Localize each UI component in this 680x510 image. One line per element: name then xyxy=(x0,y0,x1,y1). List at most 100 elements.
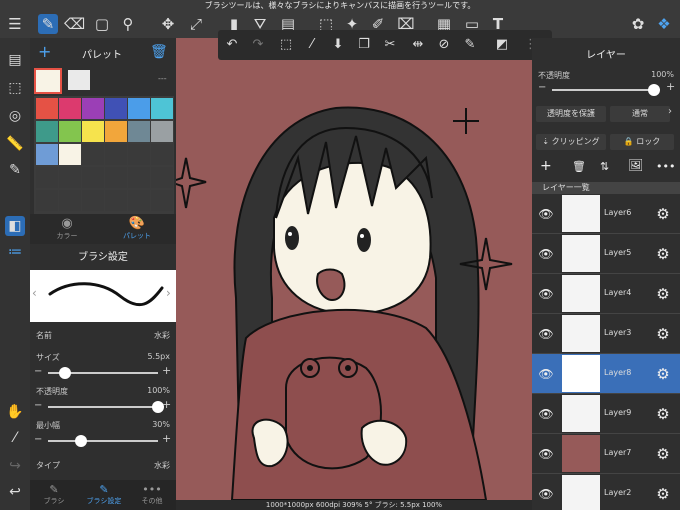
palette-swatch[interactable] xyxy=(151,190,173,211)
palette-swatch[interactable] xyxy=(82,98,104,119)
clear-icon[interactable]: ⬇ xyxy=(328,35,348,55)
visibility-eye-icon[interactable]: 👁 xyxy=(538,326,554,342)
opacity-minus-icon[interactable]: − xyxy=(34,400,42,411)
drawing-canvas[interactable] xyxy=(176,38,532,500)
move-layer-icon[interactable]: ⇅ xyxy=(600,160,609,173)
add-palette-icon[interactable]: + xyxy=(38,44,54,60)
palette-swatch[interactable] xyxy=(105,98,127,119)
layer-row[interactable]: 👁 Layer6 ⚙ xyxy=(532,194,680,234)
selection-icon[interactable]: ⬚ xyxy=(5,78,25,98)
color-panel-icon[interactable]: ◧ xyxy=(5,216,25,236)
delete-layer-icon[interactable]: 🗑 xyxy=(572,160,586,173)
palette-swatch[interactable] xyxy=(36,167,58,188)
ruler-icon[interactable]: 📏 xyxy=(5,134,25,154)
import-image-icon[interactable]: 🖼 xyxy=(628,158,643,172)
layer-panel-icon[interactable]: ▤ xyxy=(5,50,25,70)
palette-swatch[interactable] xyxy=(128,190,150,211)
eraser-tool-icon[interactable]: ⌫ xyxy=(64,14,85,34)
visibility-eye-icon[interactable]: 👁 xyxy=(538,486,554,502)
trash-icon[interactable]: 🗑 xyxy=(150,44,168,60)
materials-icon[interactable]: ✿ xyxy=(628,14,648,34)
palette-swatch[interactable] xyxy=(128,121,150,142)
blend-chevron-icon[interactable]: › xyxy=(668,106,672,117)
redo-float-icon[interactable]: ↷ xyxy=(248,35,268,55)
layer-opacity-slider[interactable] xyxy=(552,89,652,91)
layer-settings-gear-icon[interactable]: ⚙ xyxy=(654,445,672,463)
palette-swatch[interactable] xyxy=(36,98,58,119)
palette-swatch[interactable] xyxy=(36,144,58,165)
snap-icon[interactable]: ◎ xyxy=(5,106,25,126)
minwidth-minus-icon[interactable]: − xyxy=(34,434,42,445)
layers-toggle-icon[interactable]: ❖ xyxy=(654,14,674,34)
palette-swatch[interactable] xyxy=(128,98,150,119)
pen-settings-icon[interactable]: ✎ xyxy=(5,160,25,180)
palette-swatch[interactable] xyxy=(59,98,81,119)
prev-brush-icon[interactable]: ‹ xyxy=(32,286,37,300)
tab-other[interactable]: ••• その他 xyxy=(134,483,170,506)
palette-swatch[interactable] xyxy=(82,167,104,188)
palette-swatch[interactable] xyxy=(82,121,104,142)
cut-icon[interactable]: ✂ xyxy=(380,35,400,55)
main-color-swatch[interactable] xyxy=(34,68,62,94)
deselect-icon[interactable]: ⊘ xyxy=(434,35,454,55)
palette-swatch[interactable] xyxy=(36,190,58,211)
opacity-plus-icon[interactable]: + xyxy=(162,398,171,411)
layer-settings-gear-icon[interactable]: ⚙ xyxy=(654,205,672,223)
eyedrop-float-icon[interactable]: ⁄ xyxy=(302,35,322,55)
visibility-eye-icon[interactable]: 👁 xyxy=(538,246,554,262)
minwidth-slider[interactable] xyxy=(48,440,158,442)
shape-tool-icon[interactable]: ▢ xyxy=(92,14,112,34)
tab-brush-settings[interactable]: ✎ ブラシ設定 xyxy=(84,483,124,506)
lock-button[interactable]: 🔒 ロック xyxy=(610,134,674,150)
palette-swatch[interactable] xyxy=(151,98,173,119)
fill-selection-icon[interactable]: ◩ xyxy=(492,35,512,55)
visibility-eye-icon[interactable]: 👁 xyxy=(538,406,554,422)
edit-selection-icon[interactable]: ✎ xyxy=(460,35,480,55)
palette-swatch[interactable] xyxy=(59,167,81,188)
sub-color-swatch[interactable] xyxy=(68,70,90,90)
palette-swatch[interactable] xyxy=(151,144,173,165)
layer-row[interactable]: 👁 Layer2 ⚙ xyxy=(532,474,680,510)
brush-tool-icon[interactable]: ✎ xyxy=(38,14,58,34)
layer-settings-gear-icon[interactable]: ⚙ xyxy=(654,245,672,263)
layer-opacity-plus-icon[interactable]: + xyxy=(666,80,675,93)
palette-swatch[interactable] xyxy=(59,121,81,142)
layer-opacity-knob[interactable] xyxy=(648,84,660,96)
palette-swatch[interactable] xyxy=(36,121,58,142)
layer-settings-gear-icon[interactable]: ⚙ xyxy=(654,325,672,343)
transform-tool-icon[interactable]: ⤢ xyxy=(186,14,206,34)
hand-icon[interactable]: ✋ xyxy=(5,402,25,422)
add-layer-icon[interactable]: + xyxy=(540,158,552,174)
visibility-eye-icon[interactable]: 👁 xyxy=(538,446,554,462)
palette-swatch[interactable] xyxy=(105,190,127,211)
tab-palette[interactable]: 🎨 パレット xyxy=(122,216,152,241)
layer-opacity-minus-icon[interactable]: − xyxy=(538,82,546,93)
layer-settings-gear-icon[interactable]: ⚙ xyxy=(654,405,672,423)
protect-alpha-button[interactable]: 透明度を保護 xyxy=(536,106,606,122)
palette-more[interactable]: --- xyxy=(158,74,167,83)
layer-more-icon[interactable]: ••• xyxy=(656,160,675,173)
undo-float-icon[interactable]: ↶ xyxy=(222,35,242,55)
brush-panel-icon[interactable]: ≔ xyxy=(5,242,25,262)
layer-row[interactable]: 👁 Layer4 ⚙ xyxy=(532,274,680,314)
palette-swatch[interactable] xyxy=(82,144,104,165)
move-tool-icon[interactable]: ✥ xyxy=(158,14,178,34)
palette-swatch[interactable] xyxy=(105,121,127,142)
size-minus-icon[interactable]: − xyxy=(34,366,42,377)
eyedropper-icon[interactable]: ⁄ xyxy=(5,428,25,448)
layer-settings-gear-icon[interactable]: ⚙ xyxy=(654,365,672,383)
fill-tool-icon[interactable]: ⚲ xyxy=(118,14,138,34)
visibility-eye-icon[interactable]: 👁 xyxy=(538,366,554,382)
layer-row[interactable]: 👁 Layer5 ⚙ xyxy=(532,234,680,274)
palette-swatch[interactable] xyxy=(105,167,127,188)
menu-icon[interactable]: ☰ xyxy=(5,14,25,34)
layer-row[interactable]: 👁 Layer9 ⚙ xyxy=(532,394,680,434)
minwidth-plus-icon[interactable]: + xyxy=(162,432,171,445)
palette-swatch[interactable] xyxy=(82,190,104,211)
tab-color[interactable]: ◉ カラー xyxy=(52,216,82,241)
next-brush-icon[interactable]: › xyxy=(166,286,171,300)
layer-row[interactable]: 👁 Layer8 ⚙ xyxy=(532,354,680,394)
size-slider-knob[interactable] xyxy=(58,367,71,379)
layer-settings-gear-icon[interactable]: ⚙ xyxy=(654,485,672,503)
palette-swatch[interactable] xyxy=(59,190,81,211)
